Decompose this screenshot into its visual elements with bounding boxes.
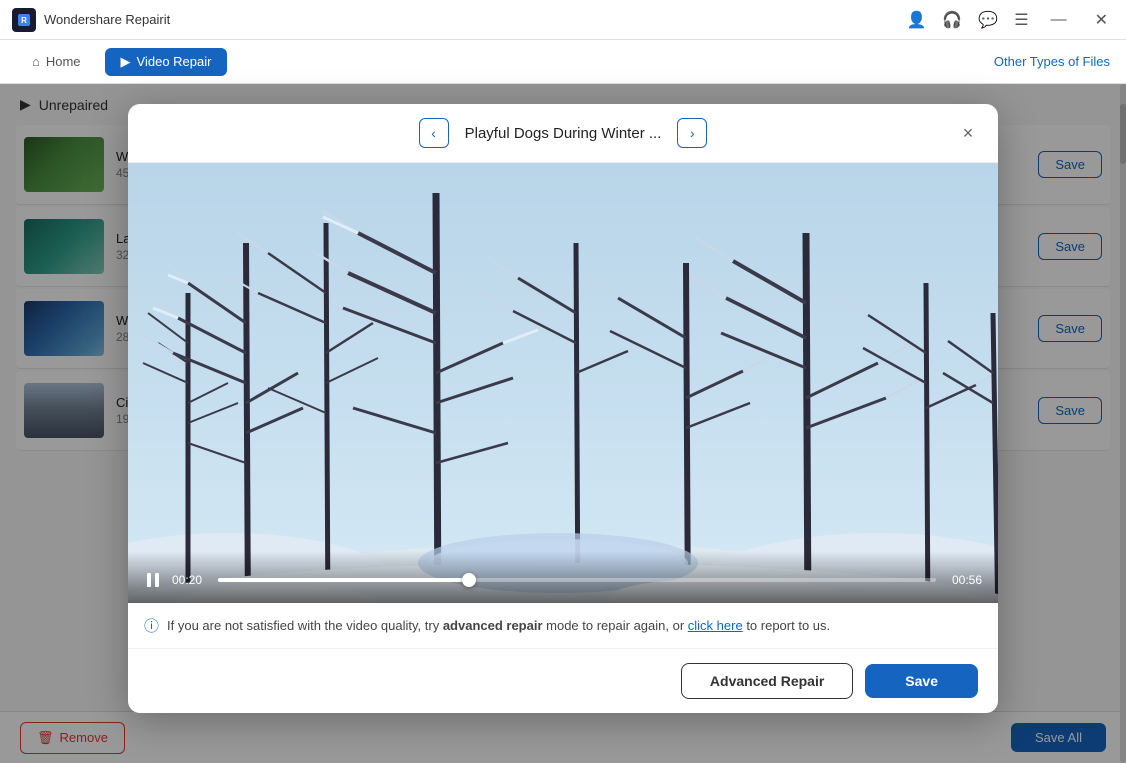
video-icon: ▶: [121, 54, 131, 70]
video-preview-dialog: ‹ Playful Dogs During Winter ... › ×: [128, 104, 998, 713]
other-types-link[interactable]: Other Types of Files: [994, 54, 1110, 69]
next-button[interactable]: ›: [677, 118, 707, 148]
close-button[interactable]: ×: [954, 119, 982, 147]
dialog-header: ‹ Playful Dogs During Winter ... › ×: [128, 104, 998, 163]
progress-thumb[interactable]: [462, 573, 476, 587]
window-controls: 👤 🎧 💬 ☰ — ✕: [906, 8, 1114, 32]
close-button[interactable]: ✕: [1089, 8, 1114, 32]
headset-icon[interactable]: 🎧: [942, 10, 962, 30]
video-player[interactable]: 00:20 00:56: [128, 163, 998, 603]
app-icon: R: [12, 8, 36, 32]
progress-fill: [218, 578, 469, 582]
main-content: ▶ Unrepaired Winter_Forest_1.mp4 45.2 MB…: [0, 84, 1126, 763]
total-time: 00:56: [946, 573, 982, 587]
progress-bar-container: 00:20 00:56: [144, 571, 982, 589]
navbar: ⌂ Home ▶ Video Repair Other Types of Fil…: [0, 40, 1126, 84]
report-link[interactable]: click here: [688, 618, 743, 633]
dialog-footer: Advanced Repair Save: [128, 649, 998, 713]
info-bar: ⓘ If you are not satisfied with the vide…: [128, 603, 998, 649]
dialog-title: Playful Dogs During Winter ...: [465, 125, 662, 142]
nav-home[interactable]: ⌂ Home: [16, 48, 97, 75]
modal-overlay: ‹ Playful Dogs During Winter ... › ×: [0, 84, 1126, 763]
pause-button[interactable]: [144, 571, 162, 589]
account-icon[interactable]: 👤: [906, 10, 926, 30]
chevron-right-icon: ›: [690, 125, 695, 141]
app-logo: R Wondershare Repairit: [12, 8, 906, 32]
info-icon: ⓘ: [144, 615, 159, 636]
chevron-left-icon: ‹: [431, 125, 436, 141]
save-dialog-button[interactable]: Save: [865, 664, 978, 698]
video-controls: 00:20 00:56: [128, 551, 998, 603]
chat-icon[interactable]: 💬: [978, 10, 998, 30]
advanced-repair-button[interactable]: Advanced Repair: [681, 663, 853, 699]
svg-text:R: R: [21, 16, 27, 25]
titlebar: R Wondershare Repairit 👤 🎧 💬 ☰ — ✕: [0, 0, 1126, 40]
minimize-button[interactable]: —: [1045, 9, 1073, 31]
prev-button[interactable]: ‹: [419, 118, 449, 148]
current-time: 00:20: [172, 573, 208, 587]
progress-track[interactable]: [218, 578, 936, 582]
menu-icon[interactable]: ☰: [1014, 10, 1028, 30]
app-title: Wondershare Repairit: [44, 12, 170, 27]
home-icon: ⌂: [32, 54, 40, 69]
info-message: If you are not satisfied with the video …: [167, 618, 830, 633]
nav-video-repair[interactable]: ▶ Video Repair: [105, 48, 228, 76]
